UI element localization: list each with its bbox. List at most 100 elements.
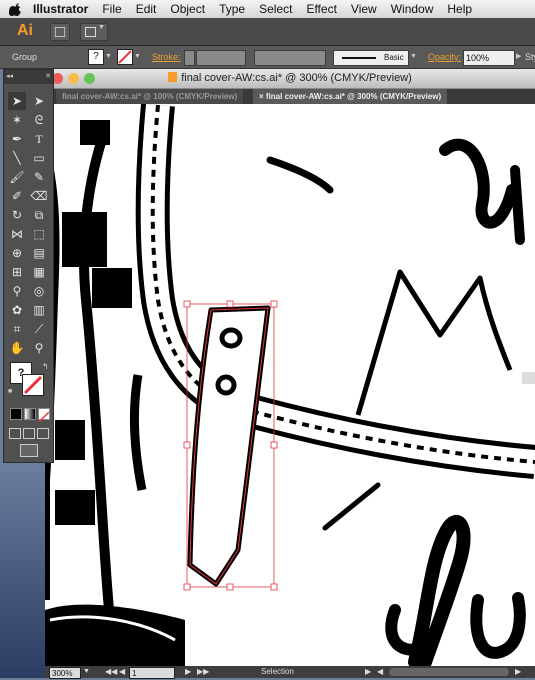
variable-width-profile[interactable] [254,50,326,66]
gradient-icon[interactable]: ▦ [30,263,48,281]
fill-swatch[interactable]: ? [88,49,104,65]
tab-300-percent[interactable]: × final cover-AW:cs.ai* @ 300% (CMYK/Pre… [253,89,448,104]
rotate-icon[interactable]: ↻ [8,206,26,224]
brush-stroke-preview [342,57,376,59]
help-icon: ? [93,51,99,62]
eraser-icon[interactable]: ⌫ [30,187,48,205]
none-icon [38,411,50,423]
scroll-right-icon[interactable]: ▶ [515,666,521,678]
opacity-dropdown-icon[interactable]: ▶ [516,51,521,63]
menu-window[interactable]: Window [384,2,441,16]
line-icon[interactable]: ╲ [8,149,26,167]
next-artboard-icon[interactable]: ▶ [185,666,191,678]
none-mode-icon[interactable] [38,408,50,423]
shape-builder-icon[interactable]: ⊕ [8,244,26,262]
draw-normal-icon[interactable] [9,428,21,439]
menu-select[interactable]: Select [252,2,299,16]
previous-artboard-icon[interactable]: ◀ [119,666,125,678]
tab-label: final cover-AW:cs.ai* @ 300% (CMYK/Previ… [265,92,442,101]
stroke-swatch[interactable] [117,49,133,65]
menu-object[interactable]: Object [163,2,212,16]
draw-behind-icon[interactable] [23,428,35,439]
control-bar: Group ? ▼ ▼ Stroke: Basic ▼ Opacity: 100… [0,46,535,69]
ai-document-icon [168,72,178,82]
scroll-left-icon[interactable]: ◀ [377,666,383,678]
brush-name: Basic [384,53,404,62]
bridge-icon [55,27,65,37]
menu-file[interactable]: File [95,2,128,16]
default-colors-icon[interactable]: ■ [8,388,12,395]
menu-help[interactable]: Help [440,2,479,16]
menu-effect[interactable]: Effect [299,2,343,16]
chevron-down-icon: ▼ [98,24,105,31]
bridge-button[interactable] [50,23,70,41]
menu-edit[interactable]: Edit [129,2,164,16]
screen-mode-icon[interactable] [20,444,38,457]
brush-dropdown-icon[interactable]: ▼ [410,51,417,63]
artboard-icon[interactable]: ⌗ [8,320,26,338]
application-bar: Ai ▼ [0,18,535,46]
style-label[interactable]: Sty [525,46,535,68]
status-menu-icon[interactable]: ▶ [365,666,371,678]
artboard-canvas[interactable] [45,104,535,666]
type-icon[interactable]: T [30,130,48,148]
zoom-level-field[interactable]: 300% [49,667,81,679]
horizontal-scrollbar[interactable] [389,668,509,676]
stroke-label[interactable]: Stroke: [152,46,181,68]
collapse-panel-icon[interactable]: ◂◂ [6,70,13,84]
stroke-weight-field[interactable] [196,50,246,66]
arrange-documents-button[interactable]: ▼ [80,23,108,41]
apple-menu-icon[interactable] [9,2,23,16]
direct-selection-icon[interactable]: ➤ [30,92,48,110]
menu-type[interactable]: Type [212,2,252,16]
selection-type-label: Group [12,52,38,62]
slice-icon[interactable]: ⟋ [30,320,48,338]
first-artboard-icon[interactable]: ◀◀ [105,666,117,678]
gradient-mode-icon[interactable] [24,408,36,420]
none-icon [23,375,43,395]
swap-colors-icon[interactable]: ↰ [42,362,49,371]
mesh-icon[interactable]: ⊞ [8,263,26,281]
draw-inside-icon[interactable] [37,428,49,439]
blend-icon[interactable]: ◎ [30,282,48,300]
app-menu[interactable]: Illustrator [26,2,95,16]
zoom-window-icon[interactable] [84,73,95,84]
selection-icon[interactable]: ➤ [8,92,26,110]
opacity-label[interactable]: Opacity: [428,46,461,68]
last-artboard-icon[interactable]: ▶▶ [197,666,209,678]
blob-brush-icon[interactable]: ✐ [8,187,26,205]
brush-definition[interactable]: Basic [333,50,409,66]
color-mode-icon[interactable] [10,408,22,420]
perspective-grid-icon[interactable]: ▤ [30,244,48,262]
close-panel-icon[interactable]: ✕ [45,70,51,84]
pen-icon[interactable]: ✒ [8,130,26,148]
zoom-icon[interactable]: ⚲ [30,339,48,357]
width-icon[interactable]: ⋈ [8,225,26,243]
document-tabs: final cover-AW:cs.ai* @ 100% (CMYK/Previ… [45,89,535,104]
lasso-icon[interactable]: ᘓ [30,111,48,129]
tools-panel-header[interactable]: ◂◂ ✕ [4,70,53,84]
menu-view[interactable]: View [344,2,384,16]
fill-dropdown-icon[interactable]: ▼ [105,51,112,63]
zoom-dropdown-icon[interactable]: ▼ [83,666,90,678]
pencil-icon[interactable]: ✎ [30,168,48,186]
free-transform-icon[interactable]: ⬚ [30,225,48,243]
graph-icon[interactable]: ▥ [30,301,48,319]
opacity-field[interactable]: 100% [463,50,515,66]
stroke-weight-stepper[interactable] [184,50,195,66]
stroke-dropdown-icon[interactable]: ▼ [134,51,141,63]
stroke-color-box[interactable] [22,374,44,396]
magic-wand-icon[interactable]: ✶ [8,111,26,129]
symbol-sprayer-icon[interactable]: ✿ [8,301,26,319]
minimize-window-icon[interactable] [68,73,79,84]
rectangle-icon[interactable]: ▭ [30,149,48,167]
arrange-documents-icon [85,27,96,37]
window-title-text: final cover-AW:cs.ai* @ 300% (CMYK/Previ… [181,72,412,84]
artboard-number-field[interactable]: 1 [129,667,175,679]
eyedropper-icon[interactable]: ⚲ [8,282,26,300]
hand-icon[interactable]: ✋ [8,339,26,357]
tab-100-percent[interactable]: final cover-AW:cs.ai* @ 100% (CMYK/Previ… [56,89,244,104]
paintbrush-icon[interactable]: 🖌 [8,168,26,186]
scale-icon[interactable]: ⧉ [30,206,48,224]
close-tab-icon[interactable]: × [259,92,264,101]
